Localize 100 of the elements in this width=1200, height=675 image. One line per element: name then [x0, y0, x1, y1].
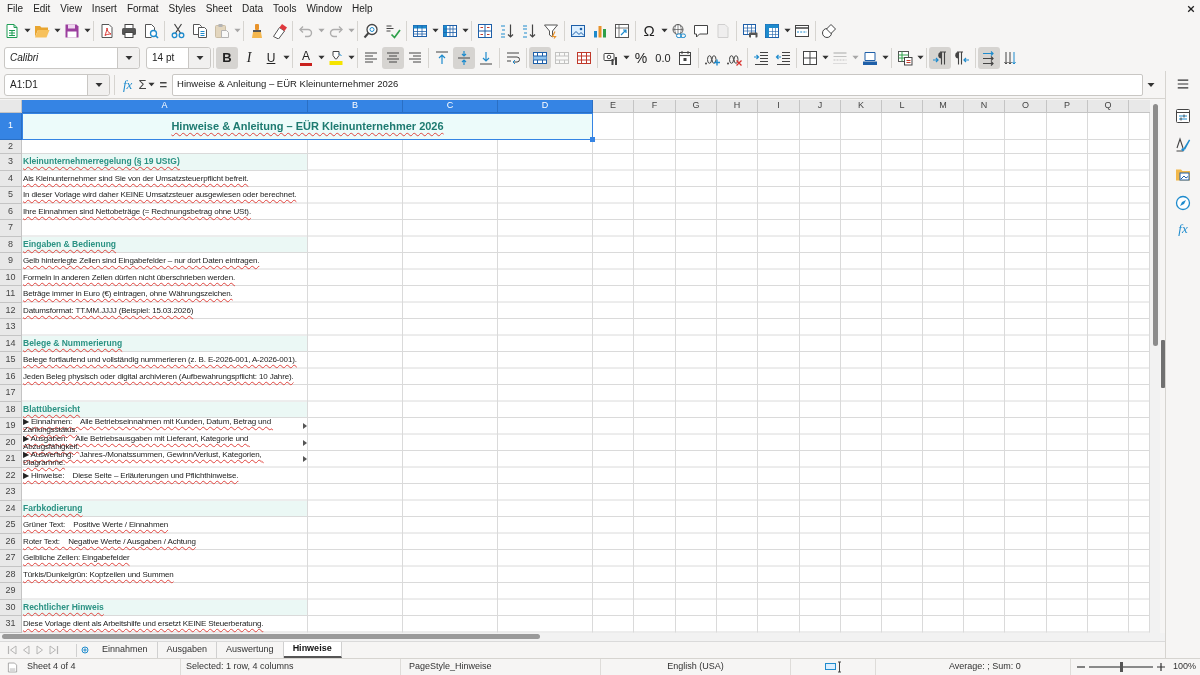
column-header[interactable]: E	[593, 100, 634, 113]
row-header[interactable]: 1	[0, 113, 22, 140]
percent-button[interactable]: %	[630, 46, 652, 69]
menu-item[interactable]: Insert	[86, 0, 122, 17]
functions-button[interactable]: fx	[1178, 220, 1188, 238]
special-character-button[interactable]: Ω	[638, 19, 660, 42]
zoom-slider-thumb[interactable]	[1119, 662, 1123, 672]
column-header[interactable]: L	[882, 100, 923, 113]
menu-icon[interactable]	[1176, 76, 1190, 92]
menu-item[interactable]: File	[2, 0, 29, 17]
column-header[interactable]: P	[1047, 100, 1088, 113]
sheet-tab[interactable]: Ausgaben	[157, 642, 218, 658]
column-header[interactable]: H	[717, 100, 758, 113]
column-header[interactable]: F	[634, 100, 676, 113]
column-header[interactable]: M	[923, 100, 964, 113]
sheet-tab[interactable]: Auswertung	[217, 642, 284, 658]
menu-item[interactable]: Window	[301, 0, 347, 17]
column-header[interactable]: G	[676, 100, 717, 113]
close-icon[interactable]	[1187, 4, 1195, 13]
dropdown-button[interactable]	[87, 74, 109, 95]
caret-icon[interactable]	[23, 27, 31, 34]
name-box[interactable]: A1:D1	[4, 73, 110, 96]
font-name-combobox[interactable]: Calibri	[4, 46, 140, 69]
panel-sliders-icon[interactable]	[1175, 108, 1191, 124]
left-to-right-button[interactable]	[929, 46, 951, 69]
zoom-level-text[interactable]: 100%	[1173, 660, 1197, 674]
row-header[interactable]: 15	[0, 352, 22, 369]
caret-icon[interactable]	[347, 54, 355, 61]
row-header[interactable]: 9	[0, 253, 22, 270]
zoom-out-icon[interactable]	[1077, 663, 1085, 671]
font-color-button[interactable]: A	[295, 46, 317, 69]
rectangle-cursor-icon[interactable]	[824, 660, 842, 674]
column-header[interactable]: I	[758, 100, 800, 113]
sheet-tab[interactable]: Einnahmen	[93, 642, 158, 658]
merge-center-button[interactable]	[529, 46, 551, 69]
sidebar-grip[interactable]	[1160, 340, 1165, 388]
row-header[interactable]: 19	[0, 418, 22, 435]
dropdown-button[interactable]	[188, 47, 210, 68]
column-header[interactable]: B	[308, 100, 403, 113]
font-size-combobox[interactable]: 14 pt	[146, 46, 211, 69]
column-header[interactable]: C	[403, 100, 498, 113]
sheet-tab[interactable]: Hinweise	[283, 642, 342, 658]
formula-input[interactable]: Hinweise & Anleitung – EÜR Kleinunternehmer 2026	[172, 73, 1144, 96]
row-header[interactable]: 7	[0, 220, 22, 237]
number-format-button[interactable]: 0.0	[652, 46, 674, 69]
align-middle-button[interactable]	[453, 46, 475, 69]
menu-item[interactable]: Styles	[163, 0, 201, 17]
column-header[interactable]: J	[800, 100, 841, 113]
column-header[interactable]: N	[964, 100, 1005, 113]
caret-icon[interactable]	[461, 27, 469, 34]
scrollbar-thumb[interactable]	[1152, 104, 1158, 346]
bold-button[interactable]: B	[216, 46, 238, 69]
menu-item[interactable]: Edit	[28, 0, 56, 17]
caret-icon[interactable]	[916, 54, 924, 61]
caret-icon[interactable]	[83, 27, 91, 34]
caret-icon[interactable]	[1147, 80, 1156, 89]
row-header[interactable]: 29	[0, 583, 22, 600]
caret-icon[interactable]	[783, 27, 791, 34]
caret-icon[interactable]	[282, 54, 290, 61]
scrollbar-thumb[interactable]	[2, 634, 540, 640]
row-header[interactable]: 17	[0, 385, 22, 402]
menu-item[interactable]: Data	[236, 0, 269, 17]
menu-item[interactable]: Sheet	[200, 0, 237, 17]
row-header[interactable]: 31	[0, 616, 22, 633]
row-header[interactable]: 27	[0, 550, 22, 567]
column-header[interactable]: D	[498, 100, 593, 113]
column-header[interactable]: O	[1005, 100, 1047, 113]
brush-icon[interactable]	[1175, 137, 1191, 153]
row-header[interactable]: 25	[0, 517, 22, 534]
caret-icon[interactable]	[431, 27, 439, 34]
caret-icon[interactable]	[660, 27, 668, 34]
underline-button[interactable]: U	[260, 46, 282, 69]
compass-icon[interactable]	[1175, 195, 1191, 211]
row-header[interactable]: 3	[0, 154, 22, 171]
menu-item[interactable]: Format	[121, 0, 164, 17]
formula-button[interactable]: =	[157, 74, 170, 95]
row-header[interactable]: 11	[0, 286, 22, 303]
caret-icon[interactable]	[53, 27, 61, 34]
menu-item[interactable]: Help	[347, 0, 378, 17]
caret-icon[interactable]	[881, 54, 889, 61]
row-header[interactable]: 2	[0, 140, 22, 154]
menu-item[interactable]: View	[55, 0, 87, 17]
selection-handle[interactable]	[590, 137, 595, 142]
plus-circle-icon[interactable]	[81, 646, 89, 654]
column-header[interactable]: Q	[1088, 100, 1129, 113]
column-header[interactable]: K	[841, 100, 882, 113]
caret-icon[interactable]	[821, 54, 829, 61]
top-to-bottom-button[interactable]	[978, 46, 1000, 69]
zoom-in-icon[interactable]	[1157, 663, 1165, 671]
italic-button[interactable]: I	[238, 46, 260, 69]
function-wizard-button[interactable]: fx	[121, 74, 135, 95]
row-header[interactable]: 13	[0, 319, 22, 336]
row-header[interactable]: 23	[0, 484, 22, 501]
caret-icon[interactable]	[622, 54, 630, 61]
row-header[interactable]: 21	[0, 451, 22, 468]
menu-item[interactable]: Tools	[268, 0, 302, 17]
caret-icon[interactable]	[147, 81, 155, 88]
column-header[interactable]: A	[22, 100, 308, 113]
caret-icon[interactable]	[317, 54, 325, 61]
dropdown-button[interactable]	[117, 47, 139, 68]
